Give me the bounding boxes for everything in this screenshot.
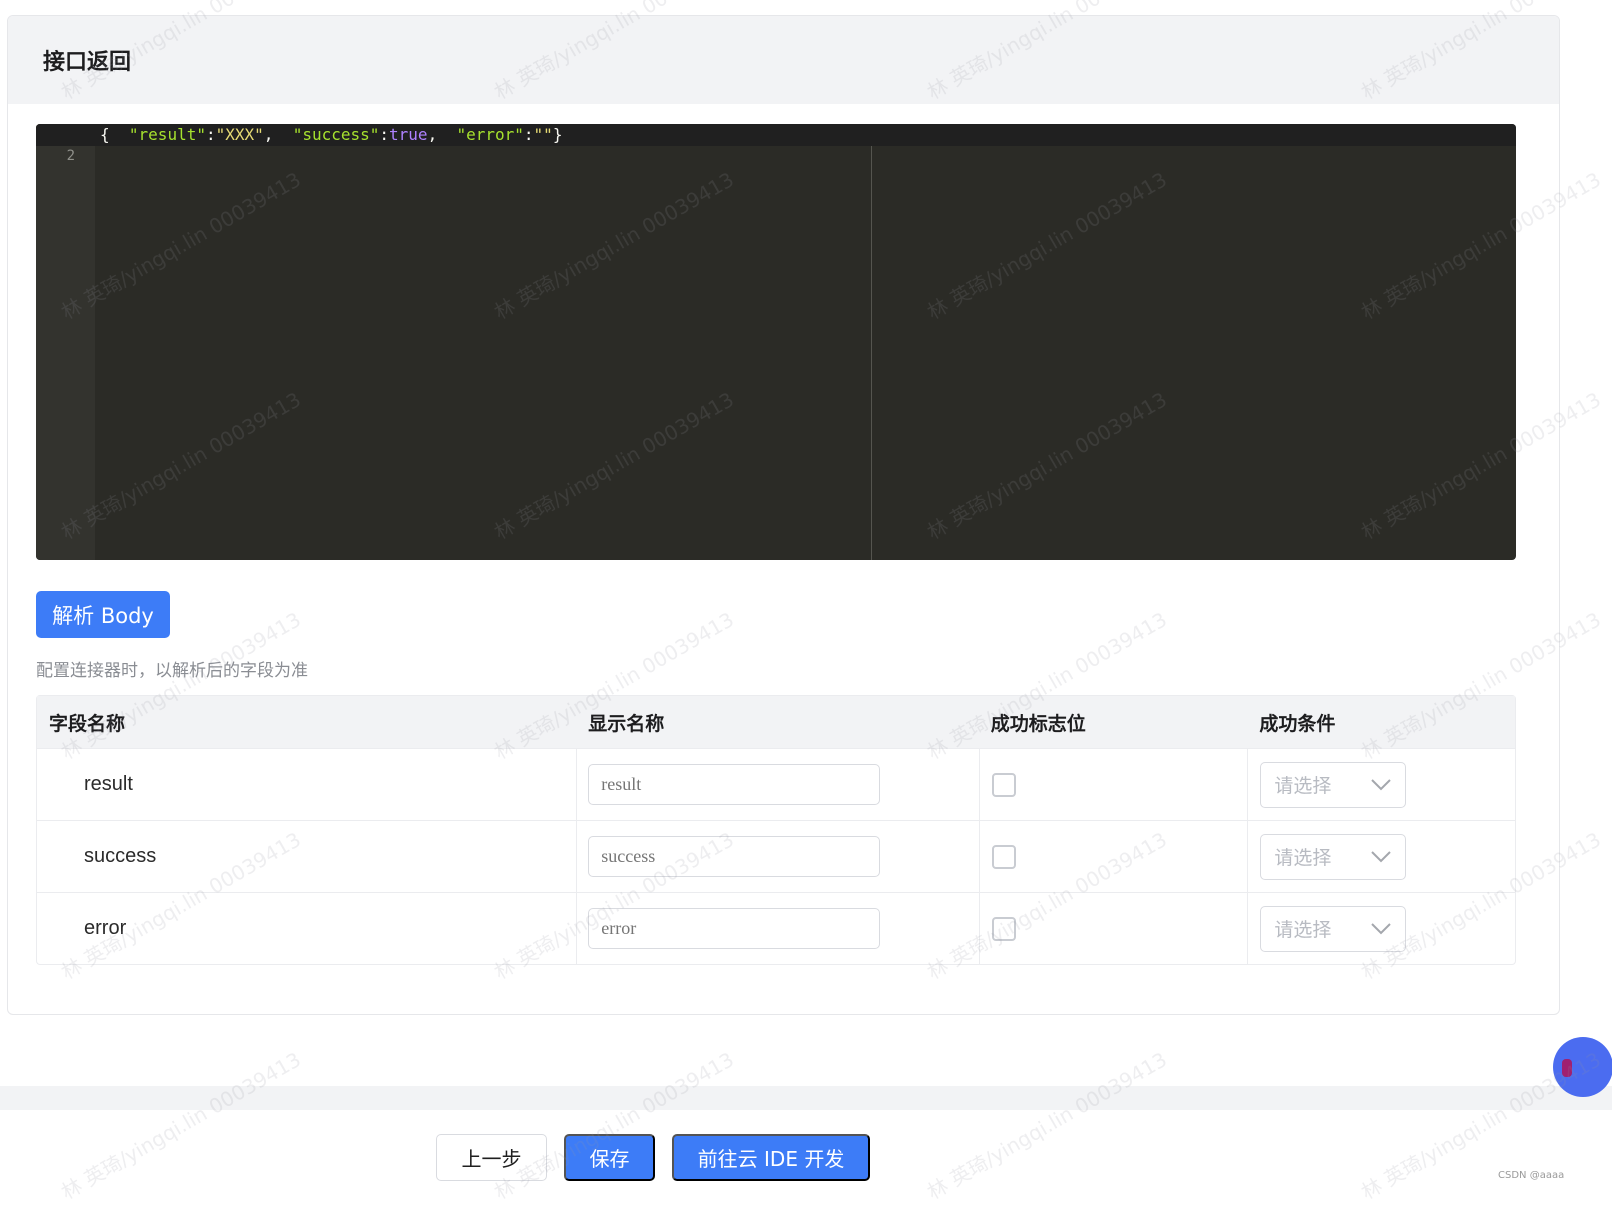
code-token: , (427, 125, 457, 144)
parse-hint: 配置连接器时，以解析后的字段为准 (36, 661, 308, 681)
watermark-text: 林 英琦/yingqi.lin 00039413 (57, 1047, 305, 1205)
success-flag-checkbox[interactable] (991, 916, 1016, 941)
code-token: : (523, 125, 534, 144)
parse-body-button[interactable]: 解析 Body (36, 591, 170, 638)
code-line[interactable]: { "result":"XXX", "success":true, "error… (100, 125, 562, 144)
header-field-name: 字段名称 (49, 712, 126, 735)
field-table: 字段名称 显示名称 成功标志位 成功条件 result 请选择 success … (36, 695, 1516, 965)
chevron-down-icon (1371, 922, 1392, 934)
code-token: "XXX" (215, 125, 264, 144)
select-placeholder: 请选择 (1274, 847, 1332, 869)
success-flag-checkbox[interactable] (991, 844, 1016, 869)
chevron-down-icon (1371, 850, 1392, 862)
line-number: 2 (66, 148, 75, 164)
header-display-name: 显示名称 (588, 712, 665, 735)
header-success-flag: 成功标志位 (990, 712, 1086, 735)
code-token: "result" (128, 125, 206, 144)
display-name-input[interactable] (588, 908, 881, 949)
code-token: : (205, 125, 216, 144)
section-title: 接口返回 (43, 50, 132, 75)
code-token: "" (533, 125, 553, 144)
card-header: 接口返回 (8, 16, 1559, 104)
previous-step-button[interactable]: 上一步 (436, 1134, 547, 1181)
table-header: 字段名称 显示名称 成功标志位 成功条件 (37, 696, 1515, 748)
display-name-input[interactable] (588, 764, 881, 805)
code-token: { (100, 125, 129, 144)
field-name: result (84, 773, 133, 795)
floating-assistant-icon[interactable] (1553, 1037, 1612, 1097)
code-token: "success" (292, 125, 380, 144)
print-margin (871, 146, 872, 560)
header-success-condition: 成功条件 (1259, 712, 1336, 735)
success-condition-select[interactable]: 请选择 (1260, 833, 1407, 880)
code-editor[interactable]: 1 2 { "result":"XXX", "success":true, "e… (36, 124, 1516, 560)
field-name: error (84, 917, 127, 939)
field-name: success (84, 845, 157, 867)
table-row: success 请选择 (37, 820, 1515, 892)
footer-separator (0, 1086, 1612, 1110)
success-condition-select[interactable]: 请选择 (1260, 761, 1407, 808)
select-placeholder: 请选择 (1274, 775, 1332, 797)
code-token: } (552, 125, 563, 144)
chevron-down-icon (1371, 778, 1392, 790)
display-name-input[interactable] (588, 836, 881, 877)
watermark-text: 林 英琦/yingqi.lin 00039413 (923, 1047, 1171, 1205)
table-row: error 请选择 (37, 892, 1515, 964)
csdn-credit: CSDN @aaaa (1498, 1170, 1565, 1181)
success-condition-select[interactable]: 请选择 (1260, 905, 1407, 952)
code-token: "error" (456, 125, 524, 144)
select-placeholder: 请选择 (1274, 919, 1332, 941)
code-token: true (389, 125, 428, 144)
save-button[interactable]: 保存 (564, 1134, 655, 1181)
code-token: , (263, 125, 293, 144)
table-row: result 请选择 (37, 748, 1515, 820)
success-flag-checkbox[interactable] (991, 772, 1016, 797)
open-cloud-ide-button[interactable]: 前往云 IDE 开发 (672, 1134, 870, 1181)
editor-gutter: 1 2 (36, 124, 95, 560)
code-token: : (379, 125, 390, 144)
